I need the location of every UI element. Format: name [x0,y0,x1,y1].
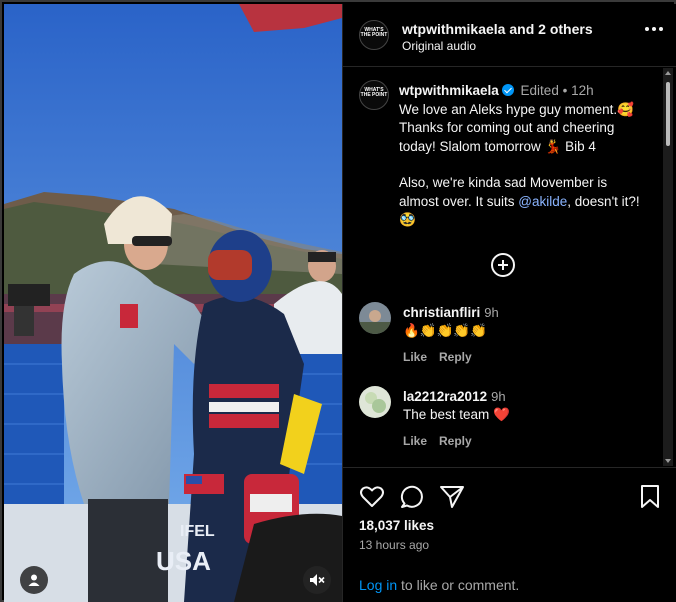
comment-actions: Like Reply [403,434,484,448]
heart-icon[interactable] [359,484,385,510]
login-prompt-suffix: to like or comment. [397,577,520,593]
scroll-down-arrow-icon[interactable] [665,459,671,463]
user-tag-icon [28,574,40,586]
caption-line-4: Also, we're kinda sad Movember is [399,175,608,190]
account-username[interactable]: wtpwithmikaela [402,21,505,37]
svg-text:IFEL: IFEL [180,523,215,540]
caption-time: 12h [571,83,594,98]
caption-avatar-logo-text: WHAT'S THE POINT [360,87,388,98]
caption-line-5-end: , doesn't it?! [567,193,640,209]
comment-icon[interactable] [399,484,425,510]
commenter-avatar[interactable] [359,302,391,334]
comment-reply-button[interactable]: Reply [439,434,472,448]
comment-text: 🔥👏👏👏👏 [403,323,488,338]
login-prompt: Log in to like or comment. [359,577,519,593]
post-media-video[interactable]: IFEL USA [4,4,342,602]
load-more-comments-button[interactable] [491,253,515,277]
caption-line-3: today! Slalom tomorrow 💃 Bib 4 [399,138,596,154]
post-authors[interactable]: wtpwithmikaela and 2 others [402,21,593,37]
avatar-logo-text: WHAT'S THE POINT [360,27,388,38]
mute-toggle-button[interactable] [303,566,331,594]
muted-speaker-icon [310,574,325,586]
login-link[interactable]: Log in [359,577,397,593]
comment-like-button[interactable]: Like [403,434,427,448]
comment-username[interactable]: christianfliri [403,305,480,320]
caption-line-5: almost over. It suits @akilde, doesn't i… [399,193,661,212]
post-side-panel: WHAT'S THE POINT wtpwithmikaela and 2 ot… [342,4,676,602]
caption-username[interactable]: wtpwithmikaela [399,83,499,98]
mention-link[interactable]: @akilde [518,194,567,209]
svg-text:USA: USA [156,546,211,576]
bookmark-icon[interactable] [637,484,663,510]
comment-reply-button[interactable]: Reply [439,350,472,364]
caption: wtpwithmikaela Edited • 12h We love an A… [399,82,661,230]
caption-avatar[interactable]: WHAT'S THE POINT [359,80,389,110]
commenter-avatar-image [359,386,391,418]
caption-meta-line: wtpwithmikaela Edited • 12h [399,82,661,101]
caption-line-2: Thanks for coming out and cheering [399,120,615,135]
collaborators-link[interactable]: and 2 others [509,21,592,37]
post-header: WHAT'S THE POINT wtpwithmikaela and 2 ot… [343,4,676,67]
comment-author[interactable]: christianfliri 9h [403,305,499,320]
comment-text: The best team ❤️ [403,407,510,422]
post-timestamp[interactable]: 13 hours ago [359,538,429,552]
commenter-avatar[interactable] [359,386,391,418]
audio-link[interactable]: Original audio [402,39,476,53]
caption-line-5-text: almost over. It suits [399,193,519,209]
comment-actions: Like Reply [403,350,484,364]
comment-username[interactable]: la2212ra2012 [403,389,487,404]
post-actions-footer: 18,037 likes 13 hours ago Log in to like… [343,467,676,602]
comment-author[interactable]: la2212ra2012 9h [403,389,506,404]
account-avatar[interactable]: WHAT'S THE POINT [359,20,389,50]
comment-like-button[interactable]: Like [403,350,427,364]
comments-scrollbar[interactable] [663,68,673,466]
comment-item: la2212ra2012 9h The best team ❤️ Like Repl… [359,386,659,456]
comment-time: 9h [484,305,499,320]
video-frame-illustration: IFEL USA [4,4,342,602]
scrollbar-thumb[interactable] [666,82,670,146]
caption-separator: • [562,83,568,98]
tagged-users-button[interactable] [20,566,48,594]
caption-edited: Edited [520,83,559,98]
comment-time: 9h [491,389,506,404]
send-icon[interactable] [439,484,465,510]
comment-item: christianfliri 9h 🔥👏👏👏👏 Like Reply [359,302,659,372]
commenter-avatar-image [359,302,391,334]
likes-count[interactable]: 18,037 likes [359,518,434,533]
more-options-icon[interactable] [645,27,663,33]
post-dialog: IFEL USA WHAT'S THE POINT wtpwithmikaela [0,0,676,602]
scroll-up-arrow-icon[interactable] [665,71,671,75]
caption-line-1: We love an Aleks hype guy moment.🥰 [399,101,634,117]
verified-badge-icon [501,84,514,96]
comments-scroll-area[interactable]: WHAT'S THE POINT wtpwithmikaela Edited •… [343,68,676,466]
caption-line-6: 🥸 [399,212,416,227]
